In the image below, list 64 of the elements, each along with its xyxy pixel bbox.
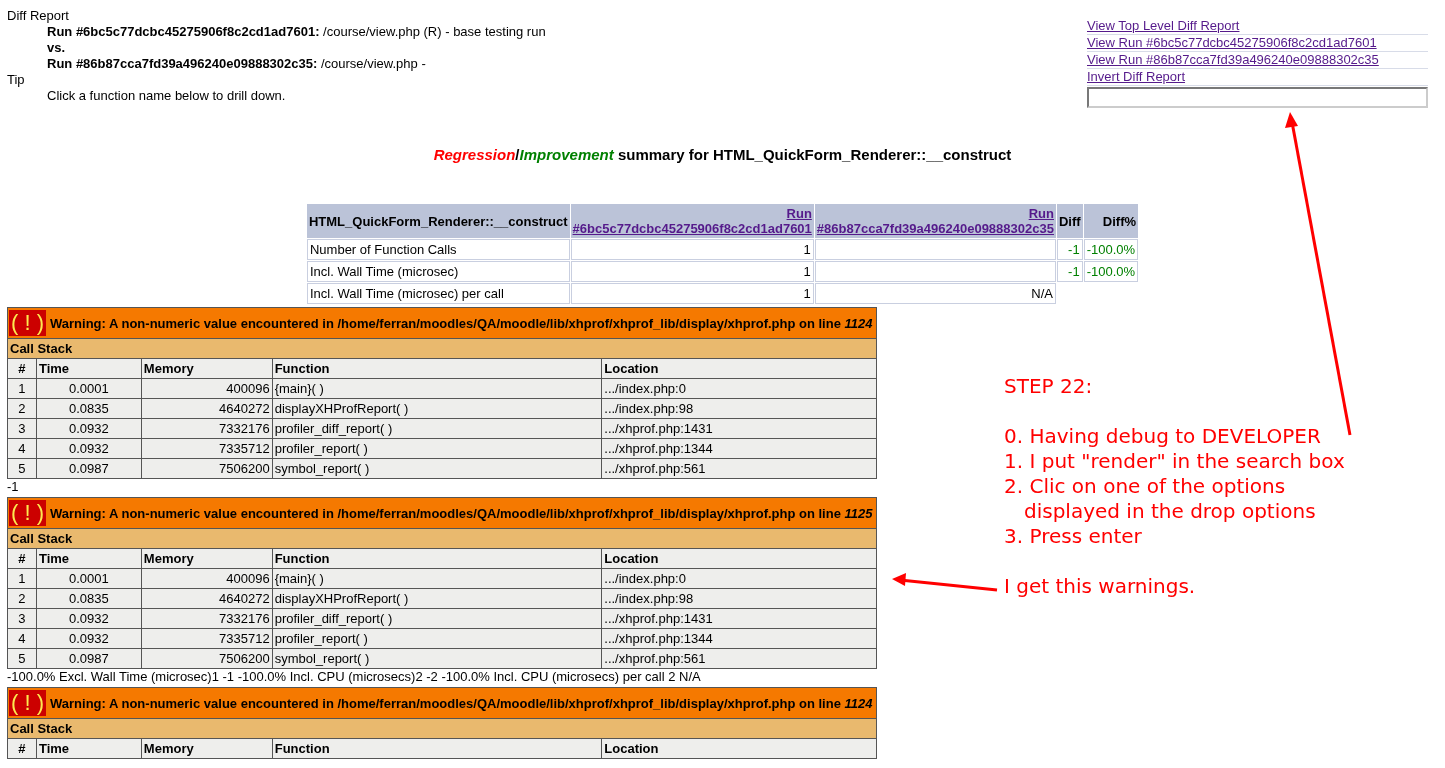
column-header: Diff (1056, 204, 1083, 238)
run-label: Run #6bc5c77dcbc45275906f8c2cd1ad7601: (47, 24, 320, 39)
run-label: Run #86b87cca7fd39a496240e09888302c35: (47, 56, 318, 71)
warning-message: Warning: A non-numeric value encountered in /home/ferran/moodles/QA/moodle/lib/xhprof/xhprof_lib/display/xhprof.php on line 1125 (50, 505, 873, 521)
annotation-step: 3. Press enter (1004, 524, 1345, 549)
search-field[interactable] (1087, 87, 1428, 108)
nav-link[interactable]: View Top Level Diff Report (1087, 18, 1428, 35)
column-header: Diff% (1083, 204, 1139, 238)
table-cell: 1 (570, 261, 814, 282)
table-cell: -100.0% (1083, 239, 1139, 260)
call-stack-header: Call Stack (7, 528, 877, 549)
call-stack-header: Call Stack (7, 718, 877, 739)
run-link[interactable]: Run #6bc5c77dcbc45275906f8c2cd1ad7601 (572, 206, 812, 236)
report-title: Diff Report (7, 8, 70, 24)
table-cell: 3 (7, 418, 37, 439)
run-link[interactable]: Run #86b87cca7fd39a496240e09888302c35 (816, 206, 1054, 236)
table-cell: 4 (7, 438, 37, 459)
column-header: HTML_QuickForm_Renderer::__construct (306, 204, 570, 238)
summary-title: summary for HTML_QuickForm_Renderer::__construct (617, 146, 1012, 163)
warning-message: Warning: A non-numeric value encountered in /home/ferran/moodles/QA/moodle/lib/xhprof/xhprof_lib/display/xhprof.php on line 1124 (50, 315, 873, 331)
nav-link[interactable]: View Run #6bc5c77dcbc45275906f8c2cd1ad7601 (1087, 35, 1428, 52)
table-cell: N/A (814, 283, 1056, 304)
tip-text: Click a function name below to drill down. (47, 88, 286, 103)
run-detail: /course/view.php (R) - base testing run (323, 24, 546, 39)
versus-text: vs. (47, 40, 66, 55)
nav-link[interactable]: Invert Diff Report (1087, 69, 1428, 86)
column-header: # (7, 738, 37, 759)
table-cell: -1 (1056, 261, 1083, 282)
tip-title: Tip (7, 72, 26, 88)
annotation-step: 1. I put "render" in the search box (1004, 449, 1345, 474)
table-cell: 2 (7, 588, 37, 609)
warning-icon: ( ! ) (9, 310, 46, 336)
warning-message: Warning: A non-numeric value encountered in /home/ferran/moodles/QA/moodle/lib/xhprof/xhprof_lib/display/xhprof.php on line 1124 (50, 695, 873, 711)
annotation-step: 0. Having debug to DEVELOPER (1004, 424, 1345, 449)
annotation-heading: STEP 22: (1004, 374, 1094, 399)
table-cell: 5 (7, 458, 37, 479)
table-cell: 1 (570, 283, 814, 304)
table-cell: 1 (570, 239, 814, 260)
regression-label: Regression (433, 146, 516, 163)
table-cell: 3 (7, 608, 37, 629)
table-cell: 1 (7, 568, 37, 589)
table-cell: 2 (7, 398, 37, 419)
table-cell: 1 (7, 378, 37, 399)
warning-icon: ( ! ) (9, 690, 46, 716)
table-cell: Incl. Wall Time (microsec) per call (306, 283, 570, 304)
table-cell: -1 (1056, 239, 1083, 260)
annotation-step: 2. Clic on one of the options (1004, 474, 1345, 499)
table-cell: 5 (7, 648, 37, 669)
call-stack-header: Call Stack (7, 338, 877, 359)
table-cell: Incl. Wall Time (microsec) (306, 261, 570, 282)
table-cell: -100.0% (1083, 261, 1139, 282)
output-text: -1 (7, 479, 19, 495)
improvement-label: Improvement (519, 146, 614, 163)
title-separator: / (515, 146, 520, 163)
table-cell: 4 (7, 628, 37, 649)
output-text: -100.0% Excl. Wall Time (microsec)1 -1 -100.0% Incl. CPU (microsecs)2 -2 -100.0% Incl. CPU (microsecs) per call 2 N/A (7, 669, 701, 685)
annotation-note: I get this warnings. (1004, 574, 1197, 599)
column-header: # (7, 358, 37, 379)
nav-link[interactable]: View Run #86b87cca7fd39a496240e09888302c35 (1087, 52, 1428, 69)
column-header: # (7, 548, 37, 569)
run-detail: /course/view.php - (320, 56, 426, 71)
annotation-step: displayed in the drop options (1004, 499, 1345, 524)
warning-icon: ( ! ) (9, 500, 46, 526)
table-cell: Number of Function Calls (306, 239, 570, 260)
